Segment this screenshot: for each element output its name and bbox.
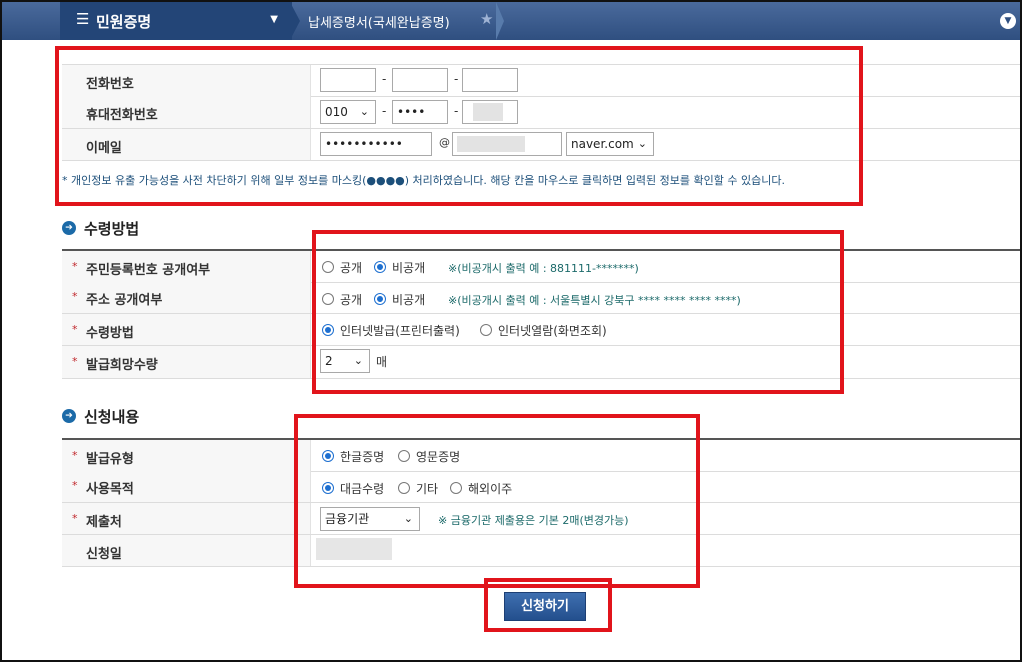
required-mark: * [72, 449, 78, 462]
required-mark: * [72, 512, 78, 525]
required-mark: * [72, 479, 78, 492]
section-title-receive: 수령방법 [84, 220, 140, 238]
star-icon[interactable]: ★ [480, 10, 493, 28]
section-title-apply: 신청내용 [84, 408, 140, 426]
top-navigation-bar: ☰ 민원증명 ▼ 납세증명서(국세완납증명) ★ ▼ [2, 2, 1020, 40]
issue-type-label: 발급유형 [86, 452, 134, 467]
highlight-box-receive [312, 230, 844, 394]
caret-down-icon: ▼ [270, 14, 278, 25]
hamburger-icon: ☰ [76, 10, 90, 28]
highlight-box-apply [294, 414, 700, 588]
required-mark: * [72, 355, 78, 368]
breadcrumb-separator [290, 2, 300, 40]
required-mark: * [72, 290, 78, 303]
breadcrumb-current[interactable]: 납세증명서(국세완납증명) [308, 12, 450, 31]
menu-title: 민원증명 [96, 13, 152, 31]
expand-chevron-icon[interactable]: ▼ [1000, 13, 1016, 29]
section-arrow-icon: ➔ [62, 409, 76, 423]
purpose-label: 사용목적 [86, 482, 134, 497]
required-mark: * [72, 260, 78, 273]
address-public-label: 주소 공개여부 [86, 293, 163, 308]
page-frame: ☰ 민원증명 ▼ 납세증명서(국세완납증명) ★ ▼ 전화번호 - - 휴대전화… [0, 0, 1022, 662]
highlight-box-submit [484, 578, 612, 632]
section-arrow-icon: ➔ [62, 221, 76, 235]
quantity-label: 발급희망수량 [86, 358, 158, 373]
apply-date-label: 신청일 [86, 547, 122, 562]
menu-dropdown-button[interactable]: ☰ 민원증명 ▼ [60, 2, 292, 40]
rrn-public-label: 주민등록번호 공개여부 [86, 263, 211, 278]
breadcrumb-separator-2 [496, 2, 504, 40]
receive-method-label: 수령방법 [86, 326, 134, 341]
highlight-box-contact [55, 46, 863, 206]
required-mark: * [72, 323, 78, 336]
submit-to-label: 제출처 [86, 515, 122, 530]
